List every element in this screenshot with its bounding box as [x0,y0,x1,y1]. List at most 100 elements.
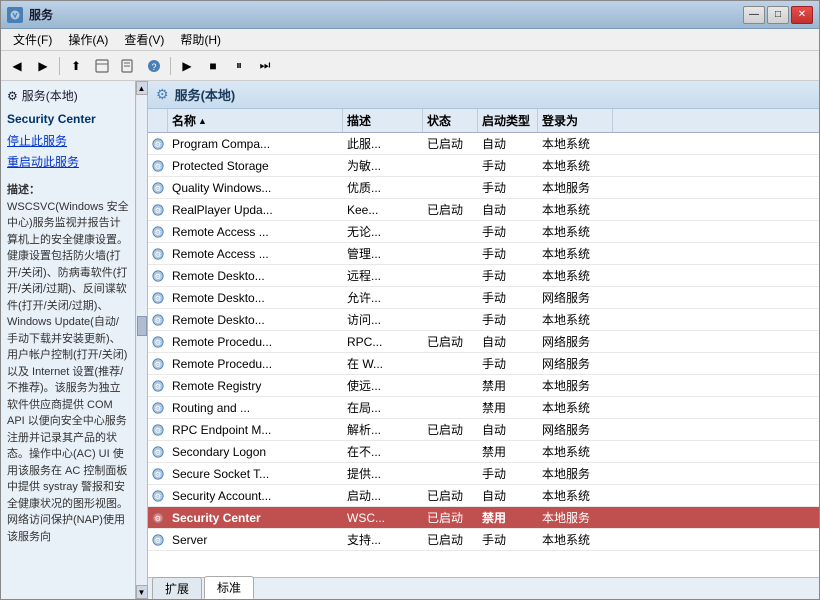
row-startup: 自动 [478,485,538,506]
row-startup: 自动 [478,419,538,440]
scroll-down-arrow[interactable]: ▼ [136,585,148,599]
export-button[interactable] [116,55,140,77]
menu-item-操作(A)[interactable]: 操作(A) [60,29,116,50]
table-row[interactable]: ⚙Remote Procedu...RPC...已启动自动网络服务 [148,331,819,353]
menu-bar: 文件(F)操作(A)查看(V)帮助(H) [1,29,819,51]
table-row[interactable]: ⚙Secondary Logon在不...禁用本地系统 [148,441,819,463]
table-row[interactable]: ⚙Remote Registry使远...禁用本地服务 [148,375,819,397]
table-row[interactable]: ⚙Routing and ...在局...禁用本地系统 [148,397,819,419]
col-header-startup[interactable]: 启动类型 [478,109,538,132]
row-status [423,309,478,330]
row-startup: 手动 [478,221,538,242]
menu-item-文件(F)[interactable]: 文件(F) [5,29,60,50]
forward-button[interactable]: ▶ [31,55,55,77]
left-scrollbar[interactable]: ▲ ▼ [136,81,148,599]
row-desc: WSC... [343,507,423,528]
row-desc: 访问... [343,309,423,330]
maximize-button[interactable]: □ [767,6,789,24]
help-button[interactable]: ? [142,55,166,77]
row-logon: 本地服务 [538,177,613,198]
row-icon-cell: ⚙ [148,155,168,176]
row-status [423,265,478,286]
row-name: Remote Procedu... [168,331,343,352]
table-row[interactable]: ⚙Remote Deskto...远程...手动本地系统 [148,265,819,287]
row-status: 已启动 [423,133,478,154]
back-button[interactable]: ◀ [5,55,29,77]
pause-button[interactable]: ⏸ [227,55,251,77]
col-header-logon[interactable]: 登录为 [538,109,613,132]
row-logon: 本地系统 [538,243,613,264]
right-panel: ⚙ 服务(本地) 名称 ▲ 描述 状态 启动类型 登录为 [148,81,819,599]
table-row[interactable]: ⚙RealPlayer Upda...Kee...已启动自动本地系统 [148,199,819,221]
col-header-name[interactable]: 名称 ▲ [168,109,343,132]
row-logon: 本地系统 [538,397,613,418]
table-row[interactable]: ⚙RPC Endpoint M...解析...已启动自动网络服务 [148,419,819,441]
table-row[interactable]: ⚙Security Account...启动...已启动自动本地系统 [148,485,819,507]
table-row[interactable]: ⚙Remote Deskto...访问...手动本地系统 [148,309,819,331]
row-startup: 手动 [478,353,538,374]
panel-header-icon: ⚙ [156,86,169,103]
menu-item-查看(V)[interactable]: 查看(V) [116,29,172,50]
svg-text:⚙: ⚙ [155,492,162,501]
restart-service-link[interactable]: 重启动此服务 [7,153,129,170]
row-desc: 支持... [343,529,423,550]
up-button[interactable]: ⬆ [64,55,88,77]
row-status [423,441,478,462]
table-row[interactable]: ⚙Security CenterWSC...已启动禁用本地服务 [148,507,819,529]
scroll-thumb[interactable] [137,316,147,336]
svg-text:⚙: ⚙ [155,140,162,149]
table-row[interactable]: ⚙Secure Socket T...提供...手动本地服务 [148,463,819,485]
play-button[interactable]: ▶ [175,55,199,77]
scroll-track [137,95,147,585]
svg-text:⚙: ⚙ [155,338,162,347]
window-title: 服务 [29,6,743,23]
row-icon-cell: ⚙ [148,133,168,154]
row-startup: 手动 [478,177,538,198]
tab-standard[interactable]: 标准 [204,576,254,599]
table-row[interactable]: ⚙Remote Access ...管理...手动本地系统 [148,243,819,265]
svg-text:⚙: ⚙ [155,514,162,523]
scroll-up-arrow[interactable]: ▲ [136,81,148,95]
row-desc: 在 W... [343,353,423,374]
restart-button[interactable]: ⏭ [253,55,277,77]
row-desc: 此服... [343,133,423,154]
row-desc: 解析... [343,419,423,440]
row-logon: 本地系统 [538,529,613,550]
table-row[interactable]: ⚙Protected Storage为敏...手动本地系统 [148,155,819,177]
tab-extended[interactable]: 扩展 [152,577,202,599]
row-status [423,353,478,374]
left-panel-section: Security Center [7,112,129,126]
row-logon: 本地系统 [538,133,613,154]
row-startup: 手动 [478,155,538,176]
row-startup: 自动 [478,199,538,220]
row-icon-cell: ⚙ [148,309,168,330]
show-hide-button[interactable] [90,55,114,77]
row-startup: 禁用 [478,397,538,418]
table-row[interactable]: ⚙Quality Windows...优质...手动本地服务 [148,177,819,199]
table-row[interactable]: ⚙Remote Procedu...在 W...手动网络服务 [148,353,819,375]
row-name: Secondary Logon [168,441,343,462]
close-button[interactable]: ✕ [791,6,813,24]
minimize-button[interactable]: — [743,6,765,24]
svg-text:⚙: ⚙ [155,536,162,545]
row-desc: 提供... [343,463,423,484]
col-header-status[interactable]: 状态 [423,109,478,132]
row-name: Server [168,529,343,550]
row-name: Program Compa... [168,133,343,154]
left-panel: ⚙ 服务(本地) Security Center 停止此服务 重启动此服务 描述… [1,81,136,599]
col-header-desc[interactable]: 描述 [343,109,423,132]
row-name: Remote Deskto... [168,287,343,308]
row-desc: 在局... [343,397,423,418]
row-logon: 本地系统 [538,265,613,286]
services-table[interactable]: 名称 ▲ 描述 状态 启动类型 登录为 ⚙Program Compa...此服.… [148,109,819,577]
menu-item-帮助(H)[interactable]: 帮助(H) [172,29,229,50]
stop-button[interactable]: ■ [201,55,225,77]
main-window: 服务 — □ ✕ 文件(F)操作(A)查看(V)帮助(H) ◀ ▶ ⬆ ? ▶ … [0,0,820,600]
stop-service-link[interactable]: 停止此服务 [7,132,129,149]
table-row[interactable]: ⚙Remote Access ...无论...手动本地系统 [148,221,819,243]
table-row[interactable]: ⚙Server支持...已启动手动本地系统 [148,529,819,551]
svg-text:⚙: ⚙ [155,316,162,325]
table-row[interactable]: ⚙Remote Deskto...允许...手动网络服务 [148,287,819,309]
table-row[interactable]: ⚙Program Compa...此服...已启动自动本地系统 [148,133,819,155]
row-name: Remote Access ... [168,243,343,264]
